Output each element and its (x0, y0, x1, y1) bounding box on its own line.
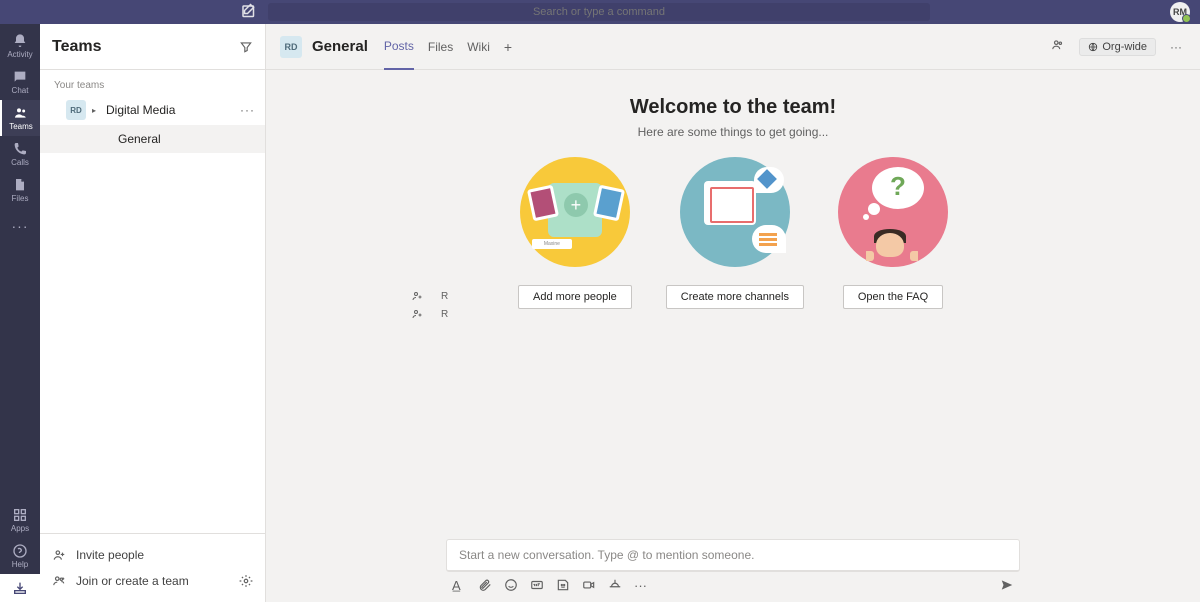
manage-teams-gear-icon[interactable] (239, 574, 253, 588)
team-row-digital-media[interactable]: RD ▸ Digital Media ··· (40, 95, 265, 125)
team-tile: RD (66, 100, 86, 120)
ellipsis-icon: ··· (12, 218, 29, 234)
person-add-icon (411, 290, 423, 302)
attach-icon[interactable] (478, 578, 492, 592)
add-people-illustration: Maxine (520, 157, 630, 267)
tab-wiki[interactable]: Wiki (467, 24, 490, 70)
gif-icon[interactable] (530, 578, 544, 592)
header-team-tile: RD (280, 36, 302, 58)
rail-chat[interactable]: Chat (0, 64, 40, 100)
teams-heading: Teams (52, 38, 239, 56)
command-search[interactable] (268, 3, 930, 21)
person-add-icon (411, 308, 423, 320)
rail-files[interactable]: Files (0, 172, 40, 208)
channel-general[interactable]: General (40, 125, 265, 153)
compose-more-icon[interactable]: ··· (634, 578, 648, 592)
channel-title: General (312, 38, 368, 55)
system-activity: R R (411, 290, 448, 320)
add-tab-button[interactable]: + (504, 39, 512, 55)
sticker-icon[interactable] (556, 578, 570, 592)
rail-help[interactable]: Help (0, 538, 40, 574)
team-list-panel: Teams Your teams RD ▸ Digital Media ··· … (40, 24, 266, 602)
meet-now-icon[interactable] (582, 578, 596, 592)
create-channels-illustration (680, 157, 790, 267)
collapse-icon: ▸ (92, 106, 100, 115)
rail-calls[interactable]: Calls (0, 136, 40, 172)
user-avatar[interactable]: RM (1170, 2, 1190, 22)
team-info-icon[interactable] (1047, 38, 1069, 55)
rail-more[interactable]: ··· (0, 208, 40, 244)
rail-download[interactable] (0, 574, 40, 602)
org-icon (1088, 42, 1098, 52)
invite-people-button[interactable]: Invite people (40, 542, 265, 568)
team-more-icon[interactable]: ··· (240, 103, 255, 117)
join-create-team-button[interactable]: Join or create a team (52, 574, 189, 588)
welcome-subtitle: Here are some things to get going... (266, 125, 1200, 139)
filter-icon[interactable] (239, 40, 253, 54)
open-faq-button[interactable]: Open the FAQ (843, 285, 943, 309)
add-people-button[interactable]: Add more people (518, 285, 632, 309)
invite-icon (52, 548, 66, 562)
rail-activity[interactable]: Activity (0, 28, 40, 64)
new-chat-icon[interactable] (240, 3, 258, 21)
tab-posts[interactable]: Posts (384, 24, 414, 70)
create-channels-button[interactable]: Create more channels (666, 285, 804, 309)
emoji-icon[interactable] (504, 578, 518, 592)
app-rail: Activity Chat Teams Calls Files ··· Apps… (0, 24, 40, 602)
compose-toolbar: A̲ ··· (446, 578, 1020, 592)
stream-icon[interactable] (608, 578, 622, 592)
rail-teams[interactable]: Teams (0, 100, 40, 136)
format-icon[interactable]: A̲ (452, 578, 466, 592)
your-teams-label: Your teams (40, 70, 265, 95)
rail-apps[interactable]: Apps (0, 502, 40, 538)
team-name: Digital Media (106, 103, 234, 117)
join-team-icon (52, 574, 66, 588)
org-wide-button[interactable]: Org-wide (1079, 38, 1156, 56)
channel-header: RD General Posts Files Wiki + Org-wide ·… (266, 24, 1200, 70)
channel-more-icon[interactable]: ··· (1166, 40, 1186, 54)
tab-files[interactable]: Files (428, 24, 453, 70)
title-bar: RM (0, 0, 1200, 24)
compose-box[interactable]: Start a new conversation. Type @ to ment… (446, 539, 1020, 572)
main-content: RD General Posts Files Wiki + Org-wide ·… (266, 24, 1200, 602)
send-icon[interactable] (1000, 578, 1014, 592)
search-input[interactable] (268, 5, 930, 19)
welcome-title: Welcome to the team! (266, 96, 1200, 119)
faq-illustration (838, 157, 948, 267)
